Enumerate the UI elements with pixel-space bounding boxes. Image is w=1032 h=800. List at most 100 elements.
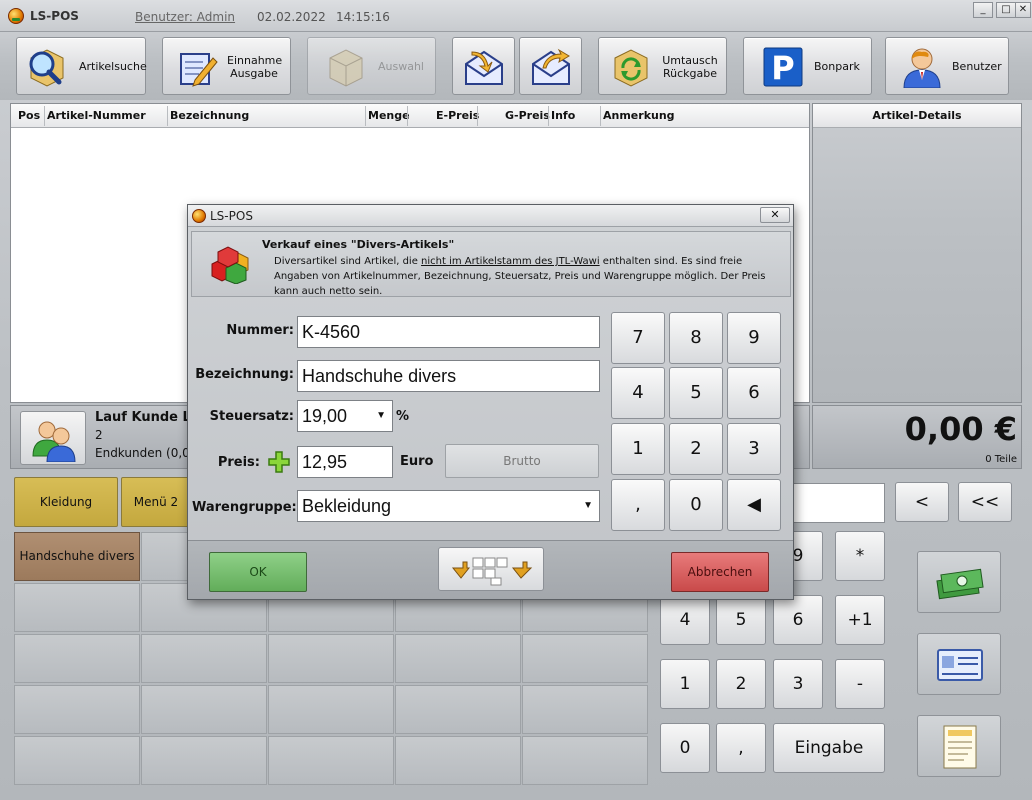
bon-export-button[interactable]: [519, 37, 582, 95]
main-toolbar: Artikelsuche Einnahme Ausgabe Auswahl Um…: [0, 32, 1032, 100]
product-slot[interactable]: [141, 634, 267, 683]
preis-input[interactable]: 12,95: [297, 446, 393, 478]
customer-group: Endkunden (0,0: [95, 446, 190, 460]
key-backspace[interactable]: <: [895, 482, 949, 522]
bon-import-button[interactable]: [452, 37, 515, 95]
steuersatz-select[interactable]: 19,00 ▼: [297, 400, 393, 432]
product-slot[interactable]: [522, 634, 648, 683]
key-clear[interactable]: <<: [958, 482, 1012, 522]
brutto-toggle-button[interactable]: Brutto: [445, 444, 599, 478]
title-bar: LS-POS Benutzer: Admin 02.02.2022 14:15:…: [0, 0, 1032, 32]
customer-number: 2: [95, 428, 103, 442]
product-slot[interactable]: [14, 583, 140, 632]
product-slot[interactable]: [522, 736, 648, 785]
cash-payment-button[interactable]: [917, 551, 1001, 613]
key-0[interactable]: 0: [660, 723, 710, 773]
product-slot[interactable]: [268, 634, 394, 683]
divers-artikel-dialog: LS-POS ✕ Verkauf eines "Divers-Artikels"…: [187, 204, 794, 600]
dialog-key-2[interactable]: 2: [669, 423, 723, 475]
receipt-button[interactable]: [917, 715, 1001, 777]
product-slot[interactable]: [268, 736, 394, 785]
envelope-arrow-out-icon: [532, 48, 570, 85]
col-pos[interactable]: Pos: [18, 109, 40, 122]
key-plus-one[interactable]: +1: [835, 595, 885, 645]
steuersatz-value: 19,00: [302, 406, 348, 426]
key-3[interactable]: 3: [773, 659, 823, 709]
key-1[interactable]: 1: [660, 659, 710, 709]
cart-list-header: Pos Artikel-Nummer Bezeichnung Menge E-P…: [11, 104, 809, 128]
key-eingabe[interactable]: Eingabe: [773, 723, 885, 773]
dialog-key-backspace[interactable]: ◀: [727, 479, 781, 531]
product-slot[interactable]: [395, 634, 521, 683]
key-5[interactable]: 5: [716, 595, 766, 645]
customer-name: Lauf Kunde La: [95, 410, 200, 425]
abbrechen-button[interactable]: Abbrechen: [671, 552, 769, 592]
product-slot[interactable]: [14, 736, 140, 785]
einnahme-ausgabe-button[interactable]: Einnahme Ausgabe: [162, 37, 291, 95]
col-menge[interactable]: Menge: [368, 109, 410, 122]
col-info[interactable]: Info: [551, 109, 575, 122]
keyboard-toggle-button[interactable]: [438, 547, 544, 591]
dialog-close-button[interactable]: ✕: [760, 207, 790, 223]
key-2[interactable]: 2: [716, 659, 766, 709]
umtausch-label-line2: Rückgabe: [662, 67, 717, 80]
bezeichnung-input[interactable]: Handschuhe divers: [297, 360, 600, 392]
dialog-key-0[interactable]: 0: [669, 479, 723, 531]
dialog-key-1[interactable]: 1: [611, 423, 665, 475]
col-e-preis[interactable]: E-Preis: [436, 109, 479, 122]
product-slot[interactable]: [141, 685, 267, 734]
close-window-button[interactable]: ✕: [1015, 2, 1031, 18]
product-slot[interactable]: [141, 736, 267, 785]
dialog-key-9[interactable]: 9: [727, 312, 781, 364]
euro-unit: Euro: [400, 454, 434, 469]
product-slot[interactable]: [14, 634, 140, 683]
dialog-key-3[interactable]: 3: [727, 423, 781, 475]
card-payment-button[interactable]: [917, 633, 1001, 695]
col-g-preis[interactable]: G-Preis: [505, 109, 550, 122]
total-amount: 0,00 €: [904, 410, 1017, 448]
product-handschuhe-divers[interactable]: Handschuhe divers: [14, 532, 140, 581]
key-minus[interactable]: -: [835, 659, 885, 709]
bonpark-button[interactable]: P Bonpark: [743, 37, 872, 95]
app-logo-icon: [8, 8, 24, 24]
key-4[interactable]: 4: [660, 595, 710, 645]
nummer-input[interactable]: K-4560: [297, 316, 600, 348]
col-artikel-nummer[interactable]: Artikel-Nummer: [47, 109, 146, 122]
plus-icon[interactable]: [268, 451, 290, 473]
product-slot[interactable]: [14, 685, 140, 734]
customer-select-button[interactable]: [20, 411, 86, 465]
warengruppe-select[interactable]: Bekleidung ▼: [297, 490, 600, 522]
key-multiply[interactable]: *: [835, 531, 885, 581]
dialog-key-7[interactable]: 7: [611, 312, 665, 364]
dialog-key-4[interactable]: 4: [611, 367, 665, 419]
key-comma[interactable]: ,: [716, 723, 766, 773]
product-slot[interactable]: [522, 685, 648, 734]
col-bezeichnung[interactable]: Bezeichnung: [170, 109, 249, 122]
product-slot[interactable]: [395, 736, 521, 785]
key-6[interactable]: 6: [773, 595, 823, 645]
dialog-key-6[interactable]: 6: [727, 367, 781, 419]
category-kleidung[interactable]: Kleidung: [14, 477, 118, 527]
dialog-key-5[interactable]: 5: [669, 367, 723, 419]
umtausch-rueckgabe-button[interactable]: Umtausch Rückgabe: [598, 37, 727, 95]
category-menu-2[interactable]: Menü 2: [121, 477, 191, 527]
bonpark-label: Bonpark: [814, 60, 860, 73]
benutzer-label: Benutzer: [952, 60, 1002, 73]
product-slot[interactable]: [268, 685, 394, 734]
current-user-link[interactable]: Benutzer: Admin: [135, 10, 235, 24]
ok-button[interactable]: OK: [209, 552, 307, 592]
maximize-button[interactable]: □: [996, 2, 1016, 18]
artikelsuche-button[interactable]: Artikelsuche: [16, 37, 147, 95]
receipt-icon: [943, 725, 977, 769]
quantity-input[interactable]: [790, 483, 885, 523]
dialog-info-box: Verkauf eines "Divers-Artikels" Diversar…: [191, 231, 791, 297]
dialog-key-8[interactable]: 8: [669, 312, 723, 364]
product-slot[interactable]: [395, 685, 521, 734]
artikel-details-title: Artikel-Details: [813, 104, 1021, 128]
auswahl-button[interactable]: Auswahl: [307, 37, 436, 95]
minimize-button[interactable]: _: [973, 2, 993, 18]
warengruppe-label: Warengruppe:: [192, 500, 297, 515]
benutzer-button[interactable]: Benutzer: [885, 37, 1009, 95]
dialog-key-comma[interactable]: ,: [611, 479, 665, 531]
col-anmerkung[interactable]: Anmerkung: [603, 109, 675, 122]
